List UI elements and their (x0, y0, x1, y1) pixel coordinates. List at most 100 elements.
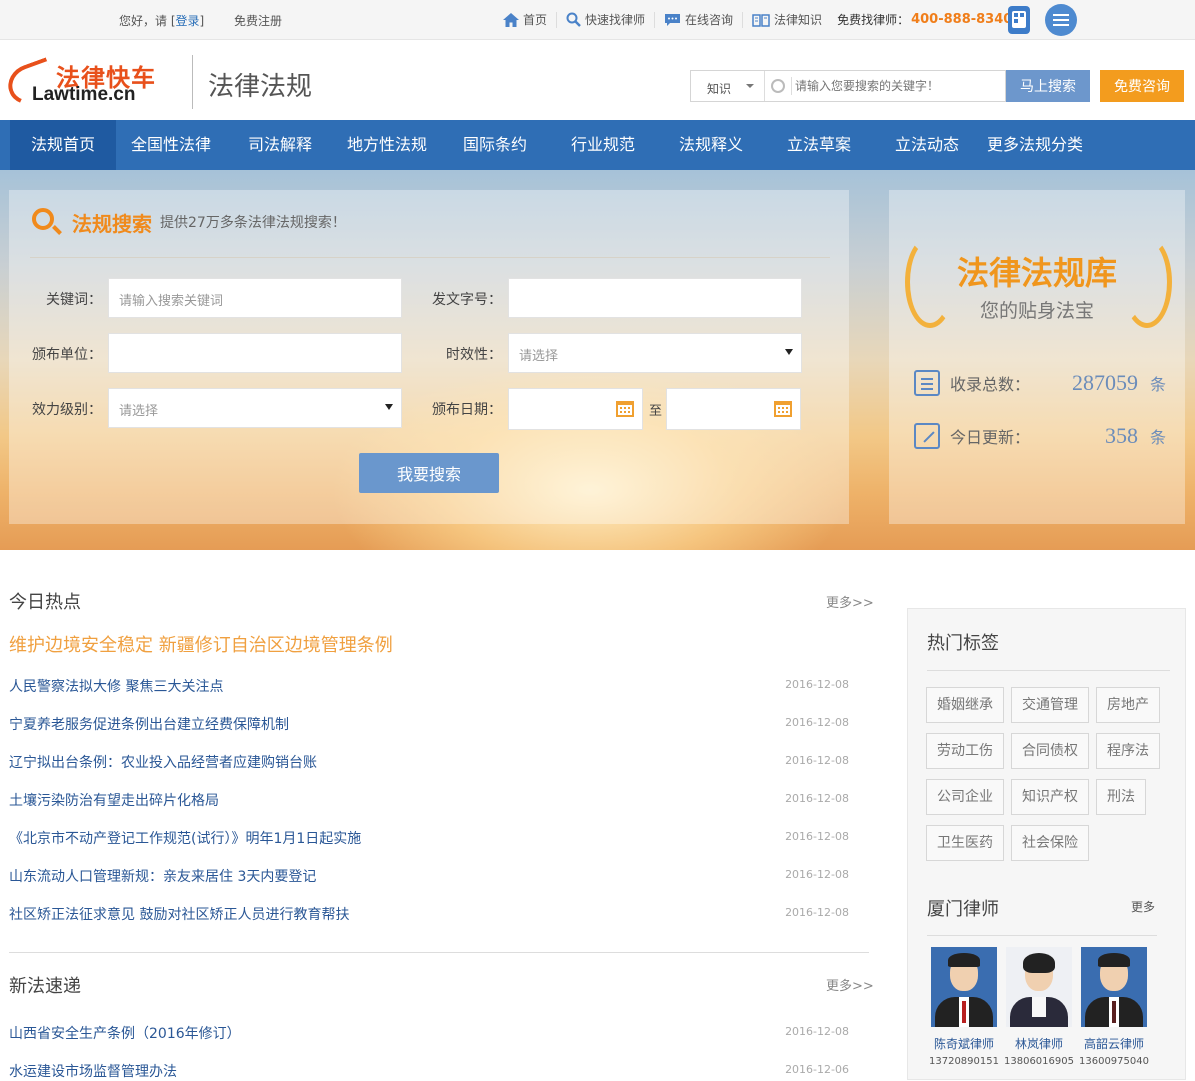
calendar-icon[interactable] (616, 401, 634, 417)
tag-item[interactable]: 婚姻继承 (926, 687, 1004, 723)
lawyer-photo[interactable] (1006, 947, 1072, 1027)
tag-item[interactable]: 劳动工伤 (926, 733, 1004, 769)
tag-item[interactable]: 公司企业 (926, 779, 1004, 815)
news-date: 2016-12-08 (785, 792, 849, 805)
divider (30, 257, 830, 258)
main-nav-judicial-interpretation[interactable]: 司法解释 (248, 120, 312, 170)
news-title: 水运建设市场监督管理办法 (9, 1064, 177, 1080)
logo-en-text: Lawtime.cn (32, 84, 136, 105)
lawyer-phone: 13806016905 (1004, 1056, 1074, 1067)
validity-label: 时效性： (446, 347, 502, 363)
section-name: 法律法规 (208, 72, 313, 102)
main-nav-local-regulations[interactable]: 地方性法规 (347, 120, 427, 170)
today-hot-headline[interactable]: 维护边境安全稳定 新疆修订自治区边境管理条例 (9, 631, 393, 657)
news-title: 社区矫正法征求意见 鼓励对社区矫正人员进行教育帮扶 (9, 907, 350, 923)
date-to-label: 至 (649, 404, 663, 419)
issuer-label: 颁布单位： (32, 347, 102, 363)
top-nav: 首页 快速找律师 在线咨询 法律知识 免费找律师： 400-888-8340 (494, 11, 1012, 28)
tag-item[interactable]: 交通管理 (1011, 687, 1089, 723)
date-from-input[interactable] (508, 388, 643, 430)
news-item[interactable]: 山东流动人口管理新规：亲友来居住 3天内要登记 2016-12-08 (9, 866, 849, 886)
top-nav-find-lawyer[interactable]: 快速找律师 (556, 11, 654, 28)
unit-label: 条 (1149, 375, 1166, 394)
date-label: 颁布日期： (432, 402, 502, 418)
doc-number-input[interactable] (508, 278, 802, 318)
today-hot-more-link[interactable]: 更多>> (826, 592, 874, 611)
new-laws-more-link[interactable]: 更多>> (826, 975, 874, 994)
validity-value: 请选择 (519, 349, 559, 364)
main-nav-legislation-news[interactable]: 立法动态 (895, 120, 959, 170)
dropdown-arrow-icon (785, 349, 793, 355)
tag-item[interactable]: 刑法 (1096, 779, 1146, 815)
keyword-input[interactable]: 请输入搜索关键词 (108, 278, 402, 318)
news-title: 《北京市不动产登记工作规范(试行）》明年1月1日起实施 (9, 831, 362, 847)
lawyer-name[interactable]: 林岚律师 (1006, 1035, 1072, 1052)
lawyer-photo[interactable] (1081, 947, 1147, 1027)
tag-item[interactable]: 知识产权 (1011, 779, 1089, 815)
divider (791, 77, 792, 95)
lawyer-card[interactable]: 陈奇斌律师 13720890151 (929, 947, 1001, 1067)
header-divider (192, 55, 193, 109)
tag-item[interactable]: 程序法 (1096, 733, 1160, 769)
main-nav-home[interactable]: 法规首页 (10, 120, 116, 170)
news-item[interactable]: 《北京市不动产登记工作规范(试行）》明年1月1日起实施 2016-12-08 (9, 828, 849, 848)
search-type-select[interactable]: 知识 (691, 71, 765, 101)
date-to-input[interactable] (666, 388, 801, 430)
main-nav-industry-norms[interactable]: 行业规范 (571, 120, 635, 170)
today-update-stat: 今日更新： 358 条 (914, 423, 1166, 449)
news-item[interactable]: 水运建设市场监督管理办法 2016-12-06 (9, 1061, 849, 1081)
tag-item[interactable]: 合同债权 (1011, 733, 1089, 769)
news-item[interactable]: 人民警察法拟大修 聚焦三大关注点 2016-12-08 (9, 676, 849, 696)
login-link[interactable]: 登录 (176, 14, 200, 28)
lawyer-name[interactable]: 陈奇斌律师 (931, 1035, 997, 1052)
lawyer-name[interactable]: 高韶云律师 (1081, 1035, 1147, 1052)
level-select[interactable]: 请选择 (108, 388, 402, 428)
main-nav-drafts[interactable]: 立法草案 (787, 120, 851, 170)
news-item[interactable]: 宁夏养老服务促进条例出台建立经费保障机制 2016-12-08 (9, 714, 849, 734)
top-nav-home[interactable]: 首页 (494, 12, 556, 28)
search-icon (566, 12, 581, 27)
level-label: 效力级别： (32, 402, 102, 418)
news-item[interactable]: 辽宁拟出台条例：农业投入品经营者应建购销台账 2016-12-08 (9, 752, 849, 772)
search-icon (771, 79, 785, 93)
tag-item[interactable]: 社会保险 (1011, 825, 1089, 861)
news-title: 土壤污染防治有望走出碎片化格局 (9, 793, 219, 809)
search-type-value: 知识 (707, 82, 732, 96)
top-bar: 您好，请 [登录] 免费注册 首页 快速找律师 在线咨询 法律知识 免费找律师：… (0, 0, 1195, 40)
main-nav-national-law[interactable]: 全国性法律 (131, 120, 211, 170)
divider (927, 935, 1157, 936)
tag-item[interactable]: 卫生医药 (926, 825, 1004, 861)
tag-item[interactable]: 房地产 (1096, 687, 1160, 723)
main-nav-interpretation[interactable]: 法规释义 (679, 120, 743, 170)
top-nav-legal-knowledge[interactable]: 法律知识 (742, 11, 831, 28)
free-consult-button[interactable]: 免费咨询 (1100, 70, 1184, 102)
validity-select[interactable]: 请选择 (508, 333, 802, 373)
register-link[interactable]: 免费注册 (234, 12, 282, 29)
news-date: 2016-12-08 (785, 754, 849, 767)
divider (9, 952, 869, 953)
news-item[interactable]: 山西省安全生产条例（2016年修订） 2016-12-08 (9, 1023, 849, 1043)
lawyer-card[interactable]: 林岚律师 13806016905 (1004, 947, 1076, 1067)
lawtime-logo[interactable]: 法律快车 Lawtime.cn (2, 57, 180, 111)
top-nav-online-consult[interactable]: 在线咨询 (654, 11, 742, 28)
menu-icon[interactable] (1045, 4, 1077, 36)
search-panel-title: 法规搜索 提供27万多条法律法规搜索！ (30, 206, 346, 238)
submit-search-button[interactable]: 我要搜索 (359, 453, 499, 493)
news-item[interactable]: 土壤污染防治有望走出碎片化格局 2016-12-08 (9, 790, 849, 810)
search-icon (30, 206, 62, 238)
hotline: 免费找律师： 400-888-8340 (831, 11, 1012, 28)
issuer-input[interactable] (108, 333, 402, 373)
total-label: 收录总数： (950, 375, 1031, 394)
search-button[interactable]: 马上搜索 (1006, 70, 1090, 102)
calendar-icon[interactable] (774, 401, 792, 417)
list-icon (914, 370, 940, 396)
main-nav-more-categories[interactable]: 更多法规分类 (987, 120, 1083, 170)
bracket: ] (199, 14, 205, 28)
lawyer-photo[interactable] (931, 947, 997, 1027)
header-search-input[interactable] (795, 75, 995, 97)
lawyer-card[interactable]: 高韶云律师 13600975040 (1079, 947, 1151, 1067)
mobile-qr-icon[interactable] (1008, 6, 1030, 34)
main-nav-treaties[interactable]: 国际条约 (463, 120, 527, 170)
news-item[interactable]: 社区矫正法征求意见 鼓励对社区矫正人员进行教育帮扶 2016-12-08 (9, 904, 849, 924)
lawyers-more-link[interactable]: 更多 (1131, 898, 1155, 915)
